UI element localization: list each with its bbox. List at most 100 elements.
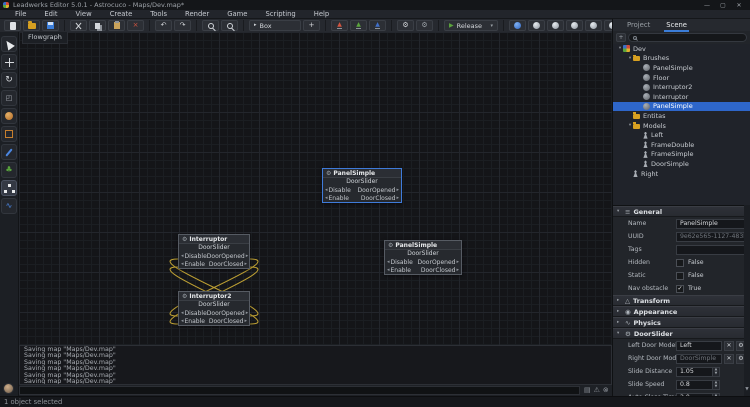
path-tool[interactable]: ∿ — [1, 198, 17, 214]
input-port-enable[interactable]: ◂Enable — [181, 318, 205, 325]
spinner-down-icon[interactable]: ▼ — [715, 385, 718, 389]
move-tool[interactable] — [1, 54, 17, 70]
close-button[interactable]: ✕ — [731, 0, 747, 10]
undo-button[interactable]: ↶ — [155, 20, 172, 31]
tab-project[interactable]: Project — [625, 20, 652, 30]
output-port-doorclosed[interactable]: DoorClosed▸ — [421, 267, 459, 274]
minimize-button[interactable]: — — [699, 0, 715, 10]
tree-item-doorsimple[interactable]: DoorSimple — [613, 159, 750, 169]
number-field[interactable]: 2.0▲▼ — [676, 393, 720, 397]
error-filter-icon[interactable]: ⊗ — [603, 387, 609, 394]
menu-tools[interactable]: Tools — [141, 10, 176, 19]
titlebar[interactable]: Leadwerks Editor 5.0.1 - Astrocuco - Map… — [0, 0, 750, 10]
tree-item-interruptor[interactable]: Interruptor — [613, 92, 750, 102]
checkbox[interactable] — [676, 272, 684, 280]
save-button[interactable] — [42, 20, 59, 31]
tree-item-interruptor2[interactable]: Interruptor2 — [613, 82, 750, 92]
copy-button[interactable] — [89, 20, 106, 31]
render-mode-button-1[interactable] — [509, 20, 526, 31]
snap-z-button[interactable]: ▲ — [369, 20, 386, 31]
output-port-dooropened[interactable]: DoorOpened▸ — [358, 187, 399, 194]
redo-button[interactable]: ↷ — [174, 20, 191, 31]
flow-node-interruptor-1[interactable]: ⚙InterruptorDoorSlider◂DisableDoorOpened… — [178, 234, 250, 269]
tree-item-panelsimple[interactable]: PanelSimple — [613, 102, 750, 112]
paint-tool[interactable] — [1, 144, 17, 160]
vegetation-tool[interactable]: ♣ — [1, 162, 17, 178]
tree-item-dev[interactable]: ▾Dev — [613, 44, 750, 54]
spinner-up-icon[interactable]: ▲ — [715, 394, 718, 396]
run-config-dropdown[interactable]: ▶ Release ▾ — [444, 20, 498, 31]
tree-item-panelsimple[interactable]: PanelSimple — [613, 63, 750, 73]
flow-node-panelsimple-0[interactable]: ⚙PanelSimpleDoorSlider◂DisableDoorOpened… — [322, 168, 402, 203]
delete-button[interactable]: × — [127, 20, 144, 31]
tree-item-right[interactable]: Right — [613, 169, 750, 179]
tree-add-button[interactable]: + — [616, 33, 626, 42]
output-port-doorclosed[interactable]: DoorClosed▸ — [361, 195, 399, 202]
prop-value-field[interactable]: 9e62e565-1127-483b-ab7b-a8992c290c — [676, 232, 746, 242]
menu-help[interactable]: Help — [305, 10, 339, 19]
tab-flowgraph[interactable]: Flowgraph — [22, 32, 68, 44]
input-port-disable[interactable]: ◂Disable — [181, 310, 207, 317]
menu-create[interactable]: Create — [101, 10, 142, 19]
tree-item-entitas[interactable]: Entitas — [613, 111, 750, 121]
section-header-physics[interactable]: ▸∿Physics — [613, 317, 750, 328]
clear-asset-button[interactable]: ✕ — [724, 341, 734, 351]
scrollbar-down-arrow[interactable]: ▼ — [744, 387, 750, 392]
output-port-dooropened[interactable]: DoorOpened▸ — [207, 253, 248, 260]
cut-button[interactable] — [70, 20, 87, 31]
inspector-scrollbar[interactable] — [744, 205, 750, 396]
maximize-button[interactable]: ▢ — [715, 0, 731, 10]
new-button[interactable] — [4, 20, 21, 31]
console-input[interactable] — [19, 386, 580, 395]
number-spinner[interactable]: ▲▼ — [712, 368, 719, 376]
input-port-enable[interactable]: ◂Enable — [325, 195, 349, 202]
scale-tool[interactable]: ◰ — [1, 90, 17, 106]
tree-item-left[interactable]: Left — [613, 130, 750, 140]
snap-x-button[interactable]: ▲ — [331, 20, 348, 31]
select-tool[interactable] — [1, 36, 17, 52]
asset-field[interactable]: Left — [676, 341, 722, 351]
spinner-down-icon[interactable]: ▼ — [715, 372, 718, 376]
output-port-doorclosed[interactable]: DoorClosed▸ — [209, 261, 247, 268]
tree-item-floor[interactable]: Floor — [613, 73, 750, 83]
output-port-dooropened[interactable]: DoorOpened▸ — [418, 259, 459, 266]
open-button[interactable] — [23, 20, 40, 31]
render-mode-button-5[interactable] — [585, 20, 602, 31]
log-filter-icon[interactable]: ▤ — [584, 387, 591, 394]
section-header-appearance[interactable]: ▸◉Appearance — [613, 306, 750, 317]
add-primitive-button[interactable]: + — [303, 20, 320, 31]
flowgraph-tool[interactable] — [1, 180, 17, 196]
render-mode-button-4[interactable] — [566, 20, 583, 31]
console-log[interactable]: Saving map "Maps/Dev.map"Saving map "Map… — [19, 345, 612, 385]
input-port-disable[interactable]: ◂Disable — [181, 253, 207, 260]
prop-value-field[interactable] — [676, 245, 746, 255]
flow-node-panelsimple-3[interactable]: ⚙PanelSimpleDoorSlider◂DisableDoorOpened… — [384, 240, 462, 275]
render-mode-button-3[interactable] — [547, 20, 564, 31]
tree-item-models[interactable]: ▾Models — [613, 121, 750, 131]
clear-asset-button[interactable]: ✕ — [724, 354, 734, 364]
input-port-disable[interactable]: ◂Disable — [387, 259, 413, 266]
section-header-doorslider[interactable]: ▾⚙DoorSlider — [613, 328, 750, 339]
number-field[interactable]: 1.05▲▼ — [676, 367, 720, 377]
primitive-dropdown[interactable]: ▸ Box — [249, 20, 301, 31]
paste-button[interactable] — [108, 20, 125, 31]
snap-y-button[interactable]: ▲ — [350, 20, 367, 31]
menu-file[interactable]: File — [6, 10, 35, 19]
render-mode-button-2[interactable] — [528, 20, 545, 31]
output-port-doorclosed[interactable]: DoorClosed▸ — [209, 318, 247, 325]
user-avatar[interactable] — [3, 383, 14, 394]
tab-scene[interactable]: Scene — [664, 20, 689, 30]
menu-game[interactable]: Game — [218, 10, 256, 19]
number-spinner[interactable]: ▲▼ — [712, 381, 719, 389]
zoom-out-button[interactable] — [221, 20, 238, 31]
checkbox[interactable] — [676, 259, 684, 267]
tree-item-framesimple[interactable]: FrameSimple — [613, 150, 750, 160]
asset-field[interactable]: DoorSimple — [676, 354, 722, 364]
input-port-enable[interactable]: ◂Enable — [181, 261, 205, 268]
warning-filter-icon[interactable]: ⚠ — [594, 387, 600, 394]
section-header-general[interactable]: ▾≡General — [613, 206, 750, 217]
menu-scripting[interactable]: Scripting — [256, 10, 304, 19]
menu-view[interactable]: View — [67, 10, 101, 19]
number-field[interactable]: 0.8▲▼ — [676, 380, 720, 390]
output-port-dooropened[interactable]: DoorOpened▸ — [207, 310, 248, 317]
